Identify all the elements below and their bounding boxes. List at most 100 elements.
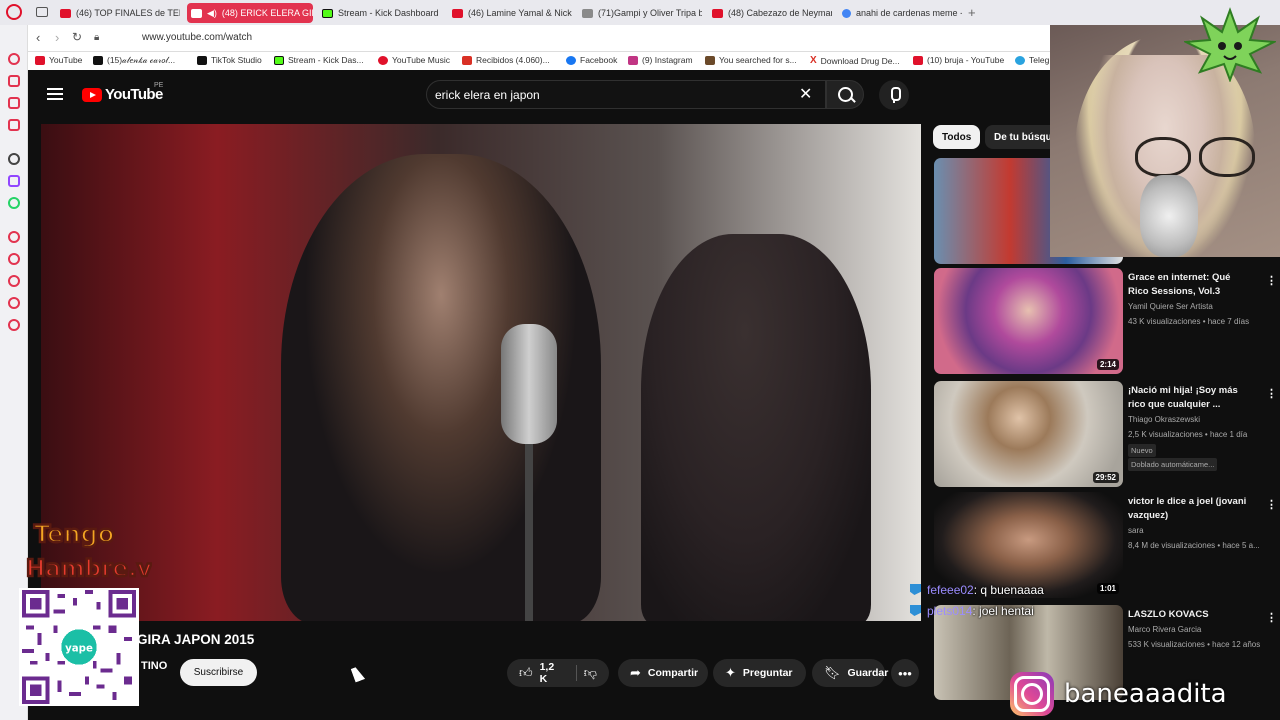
more-vertical-icon[interactable]: ⋮ bbox=[1266, 498, 1277, 511]
bookmark-item[interactable]: Facebook bbox=[566, 55, 617, 65]
video-thumbnail[interactable]: 29:52 bbox=[934, 381, 1123, 487]
more-vertical-icon[interactable]: ⋮ bbox=[1266, 387, 1277, 400]
recommendation-card[interactable]: 29:52 ¡Nació mi hija! ¡Soy más rico que … bbox=[934, 381, 1277, 489]
chat-text: q buenaaaa bbox=[980, 583, 1044, 597]
browser-tab[interactable]: (46) Lamine Yamal & Nicki bbox=[448, 3, 572, 23]
search-input[interactable] bbox=[435, 85, 795, 105]
more-vertical-icon[interactable]: ⋮ bbox=[1266, 611, 1277, 624]
channel-name[interactable]: TINO bbox=[141, 660, 167, 672]
youtube-page: YouTube PE ✕ GIRA JAPON 2015 TINO Suscri… bbox=[28, 70, 1277, 720]
thumbs-down-icon[interactable]: 👎︎ bbox=[584, 665, 597, 681]
bookmark-label: (15)𝒶𝓁𝑒𝓃𝓀𝒶 𝒸𝒶𝓇𝑜𝓁... bbox=[107, 55, 176, 65]
bookmark-item[interactable]: Teleg bbox=[1015, 55, 1049, 65]
history-icon[interactable] bbox=[8, 53, 20, 65]
youtube-logo[interactable]: YouTube bbox=[82, 86, 163, 103]
youtube-music-icon bbox=[378, 55, 388, 65]
more-vertical-icon[interactable]: ⋮ bbox=[1266, 274, 1277, 287]
bookmark-item[interactable]: Stream - Kick Das... bbox=[274, 55, 364, 65]
telegram-icon bbox=[1015, 55, 1025, 65]
like-divider bbox=[576, 665, 577, 681]
player-play-icon[interactable] bbox=[8, 231, 20, 243]
opera-menu-icon[interactable] bbox=[6, 4, 22, 20]
bookmark-item[interactable]: X Download Drug De... bbox=[810, 55, 900, 66]
microphone-icon[interactable] bbox=[879, 80, 909, 110]
browser-tab[interactable]: (71)Gampi y Oliver Tripa be bbox=[578, 3, 702, 23]
tab-title: (46) Lamine Yamal & Nicki bbox=[468, 8, 572, 18]
bookmark-label: Facebook bbox=[580, 55, 618, 65]
subscribe-button[interactable]: Suscribirse bbox=[180, 659, 257, 686]
url-text[interactable]: www.youtube.com/watch bbox=[142, 32, 252, 43]
video-duration: 1:01 bbox=[1096, 583, 1119, 594]
recommendation-title[interactable]: victor le dice a joel (jovani vazquez) bbox=[1128, 495, 1252, 523]
more-horizontal-icon: ••• bbox=[898, 665, 912, 681]
instagram-icon bbox=[628, 55, 638, 65]
bookmark-item[interactable]: (15)𝒶𝓁𝑒𝓃𝓀𝒶 𝒸𝒶𝓇𝑜𝓁... bbox=[93, 55, 175, 66]
speaker-icon[interactable]: ◀) bbox=[207, 8, 217, 19]
recommendation-title[interactable]: LASZLO KOVACS bbox=[1128, 608, 1252, 622]
tab-title: anahi de cardenas meme - bbox=[856, 8, 962, 18]
video-duration: 29:52 bbox=[1092, 472, 1119, 483]
share-button[interactable]: ➦ Compartir bbox=[618, 659, 708, 687]
recommendation-channel[interactable]: sara bbox=[1128, 526, 1144, 535]
bookmark-item[interactable]: You searched for s... bbox=[705, 55, 797, 65]
recommendation-channel[interactable]: Thiago Okraszewski bbox=[1128, 415, 1200, 424]
browser-tab[interactable]: anahi de cardenas meme - bbox=[838, 3, 962, 23]
gmail-icon bbox=[462, 55, 472, 65]
extensions-icon[interactable] bbox=[8, 297, 20, 309]
browser-tab[interactable]: (46) TOP FINALES de TEM bbox=[56, 3, 180, 23]
save-button[interactable]: 🔖︎ Guardar bbox=[812, 659, 888, 687]
chip-todos[interactable]: Todos bbox=[933, 125, 981, 149]
aria-icon[interactable] bbox=[8, 75, 20, 87]
bookmarks-bar: YouTube (15)𝒶𝓁𝑒𝓃𝓀𝒶 𝒸𝒶𝓇𝑜𝓁... TikTok Studi… bbox=[28, 52, 1050, 70]
recommendation-card[interactable]: 2:14 Grace en internet: Qué Rico Session… bbox=[934, 268, 1277, 376]
close-icon[interactable]: ✕ bbox=[799, 84, 812, 104]
tab-menu-icon[interactable] bbox=[36, 7, 48, 17]
ask-label: Preguntar bbox=[742, 667, 793, 679]
lock-icon[interactable]: 🔒︎ bbox=[94, 32, 99, 43]
video-player[interactable] bbox=[41, 124, 921, 621]
bookmark-item[interactable]: (10) bruja - YouTube bbox=[913, 55, 1004, 65]
browser-tab[interactable]: Stream - Kick Dashboard bbox=[318, 3, 442, 23]
back-icon[interactable]: ‹ bbox=[36, 30, 40, 45]
player-icon[interactable] bbox=[8, 119, 20, 131]
bookmark-item[interactable]: YouTube bbox=[35, 55, 82, 65]
country-code: PE bbox=[154, 82, 164, 89]
search-box[interactable]: ✕ bbox=[426, 80, 826, 109]
video-frame-microphone bbox=[501, 324, 557, 444]
downloads-icon[interactable] bbox=[8, 253, 20, 265]
recommendation-channel[interactable]: Yamil Quiere Ser Artista bbox=[1128, 302, 1213, 311]
bookmark-item[interactable]: TikTok Studio bbox=[197, 55, 262, 65]
forward-icon[interactable]: › bbox=[55, 30, 59, 45]
bookmark-item[interactable]: Recibidos (4.060)... bbox=[462, 55, 550, 65]
video-thumbnail[interactable]: 2:14 bbox=[934, 268, 1123, 374]
search-icon[interactable] bbox=[826, 80, 864, 109]
reload-icon[interactable]: ↻ bbox=[72, 30, 82, 44]
kick-icon bbox=[274, 55, 284, 65]
menu-icon[interactable] bbox=[47, 88, 63, 100]
recommendation-title[interactable]: Grace en internet: Qué Rico Sessions, Vo… bbox=[1128, 271, 1252, 299]
chatgpt-icon[interactable] bbox=[8, 153, 20, 165]
new-tab-button[interactable]: + bbox=[968, 5, 976, 20]
page-icon bbox=[705, 55, 715, 65]
chat-username: fefeee02 bbox=[927, 583, 974, 597]
browser-tab[interactable]: (48) Cabezazo de Neymar bbox=[708, 3, 832, 23]
settings-icon[interactable] bbox=[8, 319, 20, 331]
recommendation-title[interactable]: ¡Nació mi hija! ¡Soy más rico que cualqu… bbox=[1128, 384, 1252, 412]
browser-tab-active[interactable]: ◀) (48) ERICK ELERA GIR bbox=[187, 3, 313, 23]
bookmark-item[interactable]: (9) Instagram bbox=[628, 55, 693, 65]
ask-button[interactable]: ✦ Preguntar bbox=[713, 659, 806, 687]
whatsapp-icon[interactable] bbox=[8, 197, 20, 209]
tiktok-icon bbox=[197, 55, 207, 65]
tab-title: (48) ERICK ELERA GIR bbox=[221, 8, 313, 18]
thumbs-up-icon[interactable]: 👍︎ bbox=[519, 665, 533, 681]
bookmark-label: You searched for s... bbox=[719, 55, 797, 65]
youtube-icon bbox=[452, 8, 463, 18]
bookmark-item[interactable]: YouTube Music bbox=[378, 55, 450, 65]
recommendation-channel[interactable]: Marco Rivera Garcia bbox=[1128, 625, 1201, 634]
like-count[interactable]: 1,2 K bbox=[540, 661, 563, 685]
tab-title: (71)Gampi y Oliver Tripa be bbox=[598, 8, 702, 18]
twitch-icon[interactable] bbox=[8, 175, 20, 187]
crypto-wallet-icon[interactable] bbox=[8, 97, 20, 109]
clock-icon[interactable] bbox=[8, 275, 20, 287]
more-actions-button[interactable]: ••• bbox=[891, 659, 919, 687]
